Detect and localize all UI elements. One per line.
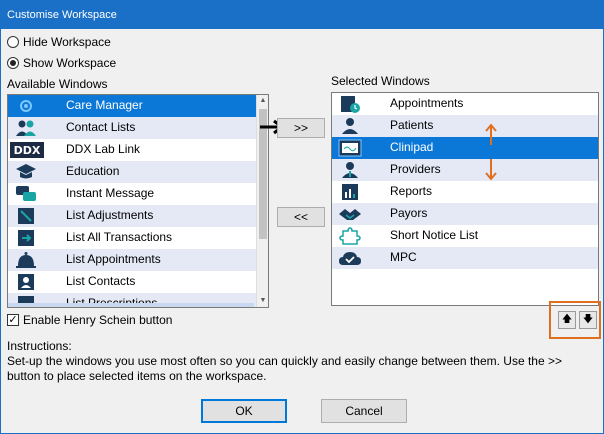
- add-button[interactable]: >>: [277, 118, 325, 138]
- selected-windows-header: Selected Windows: [331, 74, 430, 88]
- chat-icon: [14, 185, 38, 203]
- ok-button[interactable]: OK: [201, 399, 287, 423]
- dialog-title: Customise Workspace: [1, 1, 603, 29]
- list-item[interactable]: Clinipad: [332, 137, 598, 159]
- scroll-down-icon[interactable]: ▼: [257, 295, 268, 307]
- list-item[interactable]: List Contacts: [8, 271, 268, 293]
- show-workspace-label: Show Workspace: [23, 56, 117, 70]
- list-item[interactable]: Care Manager: [8, 95, 268, 117]
- graduation-cap-icon: [14, 163, 38, 181]
- customise-workspace-dialog: Customise Workspace Hide Workspace Show …: [0, 0, 604, 434]
- bell-icon: [14, 251, 38, 269]
- reorder-annotation-icon: [485, 123, 497, 181]
- list-item[interactable]: List Appointments: [8, 249, 268, 271]
- henry-schein-label: Enable Henry Schein button: [23, 313, 173, 327]
- list-item[interactable]: MPC: [332, 247, 598, 269]
- instructions-text: Set-up the windows you use most often so…: [7, 354, 562, 383]
- list-item[interactable]: Appointments: [332, 93, 598, 115]
- reports-icon: [338, 183, 362, 201]
- list-item[interactable]: Payors: [332, 203, 598, 225]
- show-workspace-radio[interactable]: [7, 57, 19, 69]
- list-item[interactable]: Education: [8, 161, 268, 183]
- henry-schein-option[interactable]: ✓ Enable Henry Schein button: [7, 313, 172, 327]
- svg-text:DDX: DDX: [14, 144, 41, 157]
- horizontal-scroll-indicator: [8, 303, 254, 307]
- list-item[interactable]: Patients: [332, 115, 598, 137]
- hide-workspace-radio[interactable]: [7, 36, 19, 48]
- care-manager-icon: [14, 97, 38, 115]
- list-item[interactable]: Short Notice List: [332, 225, 598, 247]
- clinipad-icon: [338, 139, 362, 157]
- available-windows-header: Available Windows: [7, 77, 108, 91]
- list-adjust-icon: [14, 207, 38, 225]
- move-up-button[interactable]: 🡅: [558, 311, 576, 329]
- instructions-heading: Instructions:: [7, 339, 72, 353]
- contacts-icon: [14, 119, 38, 137]
- list-item[interactable]: Contact Lists: [8, 117, 268, 139]
- transactions-icon: [14, 229, 38, 247]
- remove-button[interactable]: <<: [277, 207, 325, 227]
- hide-workspace-label: Hide Workspace: [23, 35, 111, 49]
- contact-card-icon: [14, 273, 38, 291]
- move-down-button[interactable]: 🡇: [579, 311, 597, 329]
- puzzle-icon: [338, 227, 362, 245]
- handshake-icon: [338, 205, 362, 223]
- show-workspace-option[interactable]: Show Workspace: [7, 56, 116, 70]
- cancel-button[interactable]: Cancel: [321, 399, 407, 423]
- person-icon: [338, 117, 362, 135]
- calendar-icon: [338, 95, 362, 113]
- henry-schein-checkbox[interactable]: ✓: [7, 314, 19, 326]
- cloud-check-icon: [338, 249, 362, 267]
- providers-icon: [338, 161, 362, 179]
- list-item[interactable]: List Adjustments: [8, 205, 268, 227]
- ddx-logo-icon: DDX: [10, 141, 44, 159]
- available-windows-list[interactable]: Care Manager Contact Lists DDX DDX Lab L…: [7, 94, 269, 308]
- list-item[interactable]: Instant Message: [8, 183, 268, 205]
- list-item[interactable]: List All Transactions: [8, 227, 268, 249]
- list-item[interactable]: Reports: [332, 181, 598, 203]
- hide-workspace-option[interactable]: Hide Workspace: [7, 35, 111, 49]
- list-item[interactable]: Providers: [332, 159, 598, 181]
- scroll-up-icon[interactable]: ▲: [257, 95, 268, 107]
- list-item[interactable]: DDX DDX Lab Link: [8, 139, 268, 161]
- selected-windows-list[interactable]: Appointments Patients Clinipad Providers…: [331, 92, 599, 306]
